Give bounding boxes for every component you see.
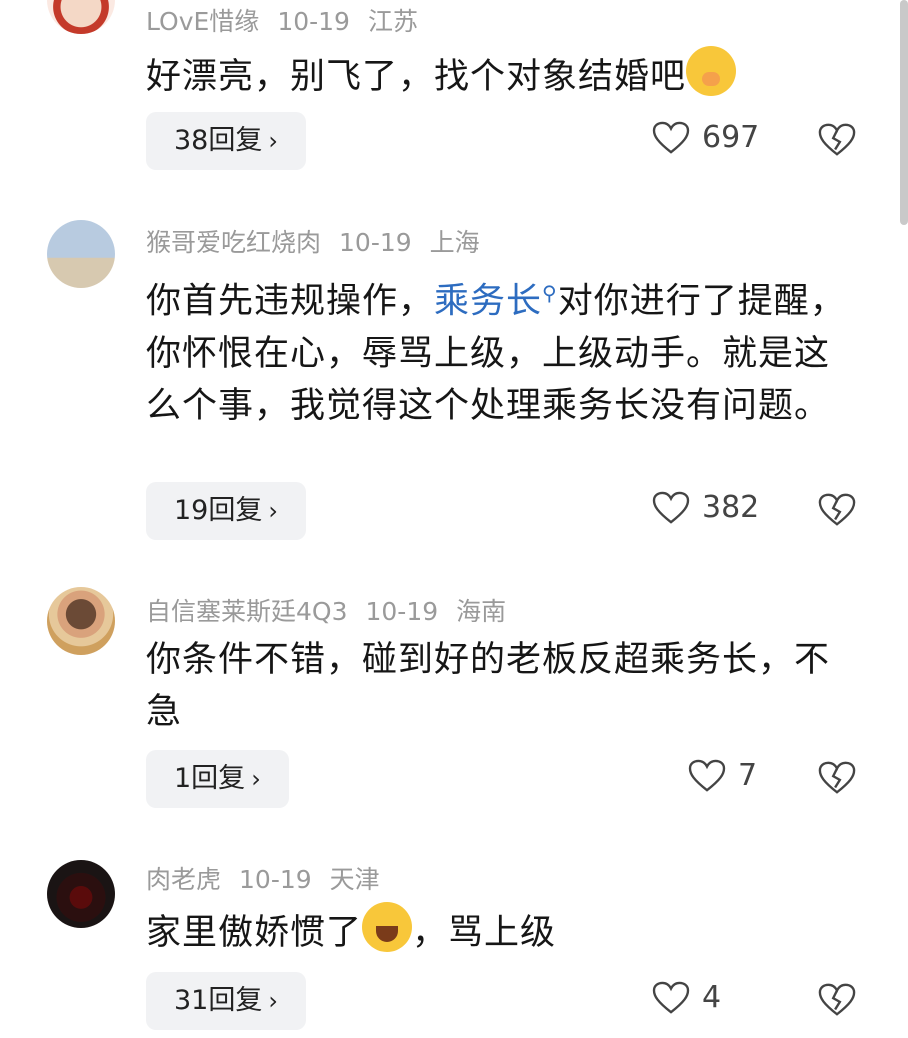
comment-meta: 自信塞莱斯廷4Q3 10-19 海南 <box>146 592 524 628</box>
username[interactable]: 自信塞莱斯廷4Q3 <box>146 597 348 626</box>
comment-text-body: 你条件不错，碰到好的老板反超乘务长，不急 <box>146 640 831 732</box>
broken-heart-icon[interactable] <box>818 982 856 1018</box>
broken-heart-icon[interactable] <box>818 760 856 796</box>
like-count: 382 <box>702 490 760 525</box>
avatar[interactable] <box>47 0 115 34</box>
heart-icon <box>652 981 690 1014</box>
comment-date: 10-19 <box>239 865 312 894</box>
like-count: 697 <box>702 120 760 155</box>
broken-heart-icon[interactable] <box>818 122 856 158</box>
comment-location: 海南 <box>456 597 507 626</box>
comment-text: 好漂亮，别飞了，找个对象结婚吧 <box>146 46 858 103</box>
comment-meta: 肉老虎 10-19 天津 <box>146 860 398 896</box>
like-button[interactable]: 4 <box>652 980 721 1015</box>
reply-count-button[interactable]: 1回复 › <box>146 750 289 808</box>
comment-date: 10-19 <box>365 597 439 626</box>
comment-text-body: 好漂亮，别飞了，找个对象结婚吧 <box>146 57 687 97</box>
comment-meta: 猴哥爱吃红烧肉 10-19 上海 <box>146 223 498 259</box>
chevron-right-icon: › <box>251 765 261 793</box>
avatar[interactable] <box>47 587 115 655</box>
username[interactable]: 肉老虎 <box>146 865 221 894</box>
comment-date: 10-19 <box>277 7 350 36</box>
comment-text-body: ，骂上级 <box>412 913 557 953</box>
pleading-face-emoji-icon <box>686 46 737 96</box>
comment-text: 你首先违规操作，乘务长⚲对你进行了提醒，你怀恨在心，辱骂上级，上级动手。就是这么… <box>146 267 858 432</box>
comment-location: 天津 <box>329 865 380 894</box>
username[interactable]: LOvE惜缘 <box>146 7 259 36</box>
avatar[interactable] <box>47 860 115 928</box>
reply-count-button[interactable]: 31回复 › <box>146 972 306 1030</box>
chevron-right-icon: › <box>268 127 278 155</box>
like-button[interactable]: 697 <box>652 120 759 155</box>
comment-text: 你条件不错，碰到好的老板反超乘务长，不急 <box>146 634 858 738</box>
chevron-right-icon: › <box>268 987 278 1015</box>
search-icon: ⚲ <box>542 281 558 305</box>
heart-icon <box>688 759 726 792</box>
reply-count-button[interactable]: 38回复 › <box>146 112 306 170</box>
like-button[interactable]: 382 <box>652 490 759 525</box>
comment-location: 江苏 <box>367 7 418 36</box>
reply-count-label: 38回复 <box>174 125 263 156</box>
heart-icon <box>652 491 690 524</box>
reply-count-label: 19回复 <box>174 495 263 526</box>
chevron-right-icon: › <box>268 497 278 525</box>
reply-count-button[interactable]: 19回复 › <box>146 482 306 540</box>
comment-text: 家里傲娇惯了 ，骂上级 <box>146 902 858 959</box>
comment-text-body: 你首先违规操作， <box>146 281 435 322</box>
comment-text-body: 家里傲娇惯了 <box>146 913 363 953</box>
comment-date: 10-19 <box>339 228 412 257</box>
keyword-link[interactable]: 乘务长 <box>434 282 542 322</box>
like-button[interactable]: 7 <box>688 758 757 793</box>
like-count: 4 <box>702 980 722 1015</box>
laughing-crying-emoji-icon <box>362 902 413 952</box>
reply-count-label: 31回复 <box>174 985 263 1016</box>
avatar[interactable] <box>47 220 115 288</box>
heart-icon <box>652 121 690 154</box>
broken-heart-icon[interactable] <box>818 492 856 528</box>
like-count: 7 <box>738 758 758 793</box>
comment-meta: LOvE惜缘 10-19 江苏 <box>146 2 436 38</box>
reply-count-label: 1回复 <box>174 763 246 794</box>
username[interactable]: 猴哥爱吃红烧肉 <box>146 228 321 257</box>
comment-location: 上海 <box>429 228 480 257</box>
scrollbar[interactable] <box>900 0 908 225</box>
